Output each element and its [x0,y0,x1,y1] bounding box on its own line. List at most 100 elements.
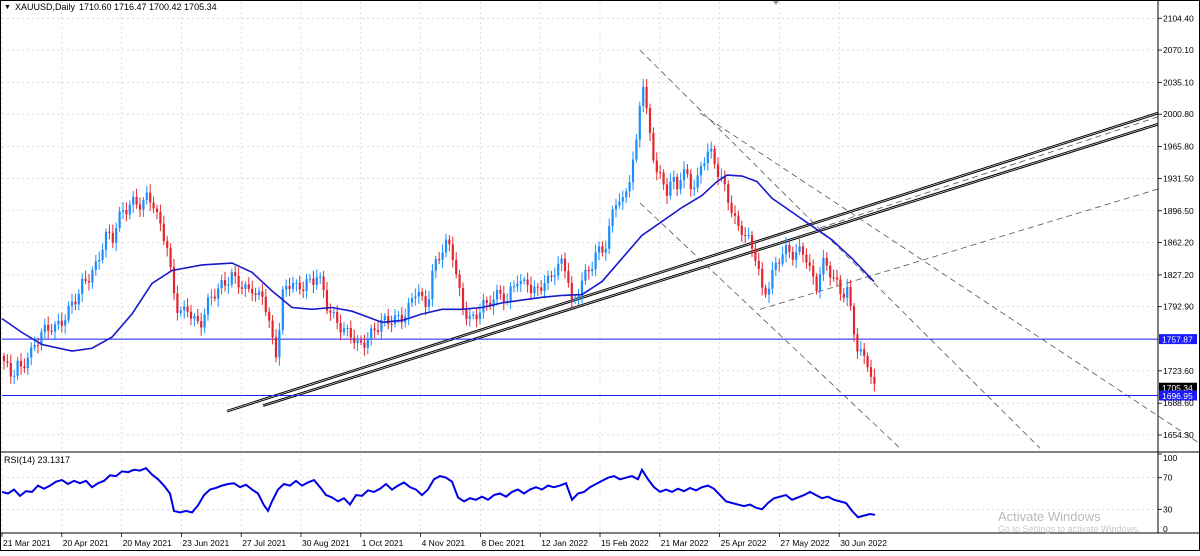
bearish-candle [540,287,543,291]
chart-area[interactable]: 2104.40 2070.10 2035.10 2000.80 1965.80 1931.… [0,0,1200,551]
bearish-candle [713,148,716,165]
bearish-candle [744,235,747,237]
scroll-marker-icon[interactable] [773,1,779,5]
bullish-candle [679,180,682,190]
bullish-candle [625,191,628,198]
bullish-candle [431,270,434,300]
bullish-candle [407,302,410,317]
bullish-candle [183,306,186,311]
watermark-subtitle: Go to Settings to activate Windows. [998,524,1141,534]
bullish-candle [672,176,675,182]
bearish-candle [499,289,502,294]
bullish-candle [179,310,182,313]
bearish-candle [223,280,227,286]
bearish-candle [186,306,189,312]
bullish-candle [472,314,475,316]
bullish-candle [91,269,94,283]
bullish-candle [611,209,614,227]
bullish-candle [346,328,349,330]
rsi-line [1,467,876,519]
bullish-candle [557,263,560,276]
bearish-candle [23,366,26,369]
trading-chart[interactable]: 2104.40 2070.10 2035.10 2000.80 1965.80 1931.… [0,0,1200,551]
time-label: 8 Dec 2021 [481,538,525,548]
bullish-candle [444,239,448,253]
bullish-candle [142,200,145,210]
bullish-candle [512,286,516,288]
bullish-candle [774,262,777,270]
bullish-candle [332,311,335,313]
bearish-candle [825,257,828,266]
price-label: 2104.40 [1163,13,1194,23]
bearish-candle [601,246,604,253]
price-label: 2000.80 [1163,109,1194,119]
bullish-candle [13,375,16,377]
time-label: 1 Oct 2021 [362,538,404,548]
bearish-candle [458,274,461,289]
bearish-candle [138,204,142,210]
bearish-candle [686,169,689,174]
bearish-candle [563,258,567,272]
bullish-candle [682,169,686,181]
time-label: 27 Jul 2021 [242,538,286,548]
bearish-candle [322,276,325,291]
bullish-candle [64,320,67,326]
bearish-candle [652,132,655,161]
bearish-candle [727,184,730,203]
price-tag-label: 1757.87 [1162,335,1193,345]
bullish-candle [710,148,713,152]
price-label: 1792.90 [1163,302,1194,312]
bullish-candle [604,248,607,253]
bearish-candle [764,287,767,295]
bearish-candle [801,246,805,255]
bullish-candle [608,226,611,249]
bearish-candle [808,262,811,266]
bullish-candle [584,269,587,281]
bullish-candle [478,312,482,320]
bullish-candle [706,151,709,164]
bearish-candle [376,330,380,332]
bullish-candle [230,272,233,285]
bearish-candle [363,342,366,348]
time-label: 21 Mar 2022 [661,538,709,548]
bearish-candle [336,311,339,323]
bullish-candle [281,289,284,331]
channel-line [639,202,901,449]
time-label: 23 Jun 2021 [182,538,229,548]
bullish-candle [781,254,784,264]
bearish-candle [812,265,815,277]
bearish-candle [159,212,162,224]
bearish-candle [662,172,665,185]
bearish-candle [152,202,155,209]
bearish-candle [268,311,271,321]
bullish-candle [26,357,29,369]
bullish-candle [70,301,74,306]
bullish-candle [115,227,118,243]
rsi-header: RSI(14) 23.1317 [4,455,70,465]
chart-header-collapse-icon[interactable]: ▼ [4,4,11,11]
bearish-candle [2,355,6,362]
bearish-candle [261,291,264,297]
bullish-candle [628,182,631,192]
bearish-candle [438,259,441,261]
bullish-candle [546,275,550,284]
bearish-candle [873,376,876,384]
bearish-candle [750,235,754,249]
bullish-candle [553,275,556,277]
bullish-candle [495,289,499,300]
time-label: 21 Mar 2021 [3,538,51,548]
bullish-candle [193,315,196,319]
bearish-candle [36,344,40,346]
bearish-candle [852,306,856,335]
bearish-candle [108,231,111,233]
bearish-candle [189,311,193,319]
bearish-candle [526,279,529,285]
bullish-candle [859,349,862,352]
bearish-candle [842,293,845,298]
bearish-candle [733,213,737,216]
bearish-candle [111,232,114,243]
price-label: 2070.10 [1163,45,1194,55]
bearish-candle [247,284,250,289]
bearish-candle [567,271,570,284]
bullish-candle [285,285,288,290]
